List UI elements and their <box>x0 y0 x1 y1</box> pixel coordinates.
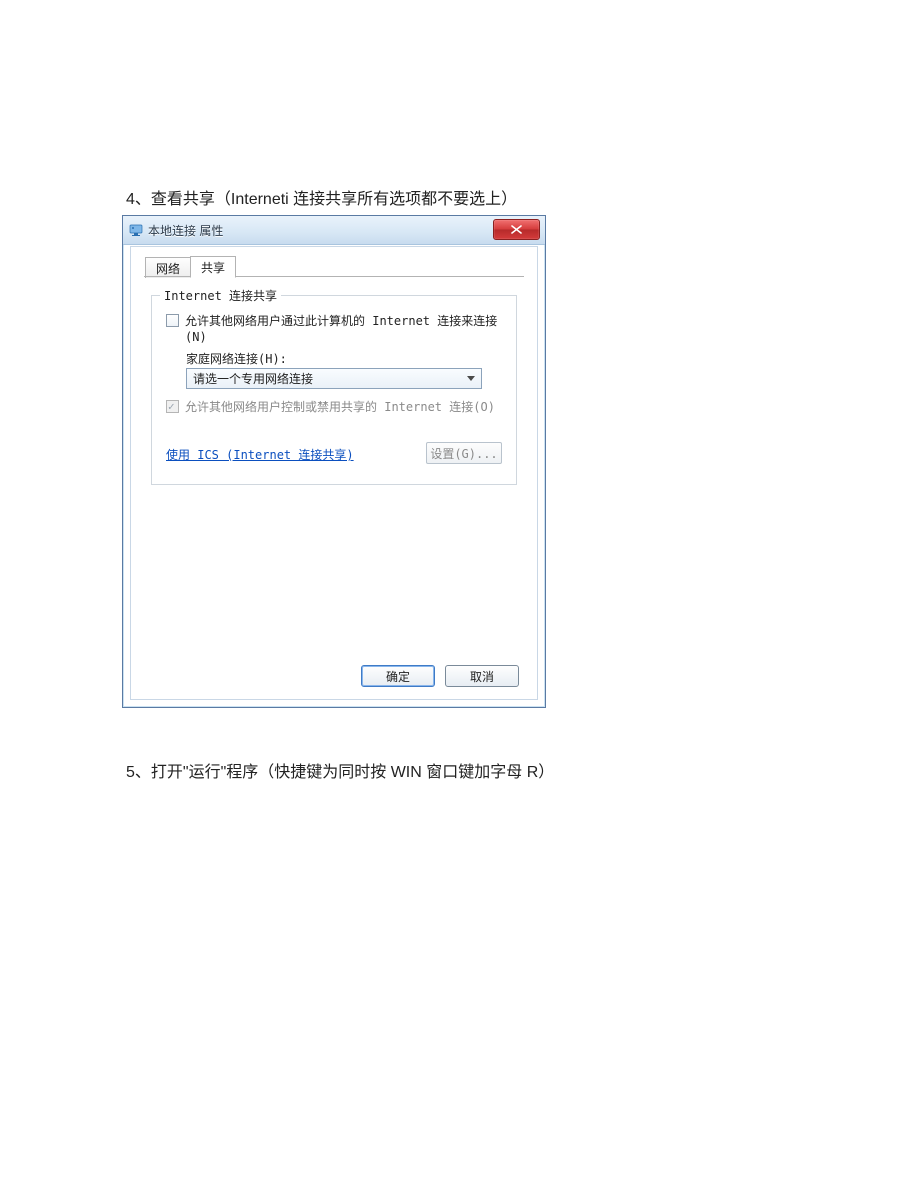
network-adapter-icon <box>129 223 143 237</box>
tabstrip: 网络 共享 <box>145 255 235 277</box>
ok-button[interactable]: 确定 <box>361 665 435 687</box>
allow-through-label: 允许其他网络用户通过此计算机的 Internet 连接来连接(N) <box>185 314 502 345</box>
ics-help-link[interactable]: 使用 ICS (Internet 连接共享) <box>166 446 354 463</box>
group-title: Internet 连接共享 <box>160 287 281 304</box>
step4-caption: 4、查看共享（Interneti 连接共享所有选项都不要选上） <box>126 185 517 209</box>
allow-through-checkbox[interactable] <box>166 314 179 327</box>
allow-through-row[interactable]: 允许其他网络用户通过此计算机的 Internet 连接来连接(N) <box>166 314 502 345</box>
allow-control-row: ✓ 允许其他网络用户控制或禁用共享的 Internet 连接(O) <box>166 400 502 416</box>
settings-button: 设置(G)... <box>426 442 502 464</box>
cancel-button[interactable]: 取消 <box>445 665 519 687</box>
allow-control-label: 允许其他网络用户控制或禁用共享的 Internet 连接(O) <box>185 400 495 416</box>
check-icon: ✓ <box>168 400 175 413</box>
internet-sharing-group: Internet 连接共享 允许其他网络用户通过此计算机的 Internet 连… <box>151 295 517 485</box>
chevron-down-icon <box>467 376 475 381</box>
home-network-label: 家庭网络连接(H): <box>186 350 287 367</box>
tab-network[interactable]: 网络 <box>145 257 191 278</box>
dialog-client-area: 网络 共享 Internet 连接共享 允许其他网络用户通过此计算机的 Inte… <box>130 246 538 700</box>
dialog-title: 本地连接 属性 <box>148 222 223 239</box>
close-button[interactable] <box>493 219 540 240</box>
properties-dialog: 本地连接 属性 网络 共享 Internet 连接共享 允许其他网络用户通过此计… <box>122 215 546 708</box>
close-icon <box>511 225 522 234</box>
titlebar: 本地连接 属性 <box>123 216 545 245</box>
allow-control-checkbox: ✓ <box>166 400 179 413</box>
step5-caption: 5、打开"运行"程序（快捷键为同时按 WIN 窗口键加字母 R） <box>126 758 554 782</box>
tab-share[interactable]: 共享 <box>190 256 236 278</box>
combo-selected-text: 请选一个专用网络连接 <box>193 370 313 387</box>
home-network-combo[interactable]: 请选一个专用网络连接 <box>186 368 482 389</box>
